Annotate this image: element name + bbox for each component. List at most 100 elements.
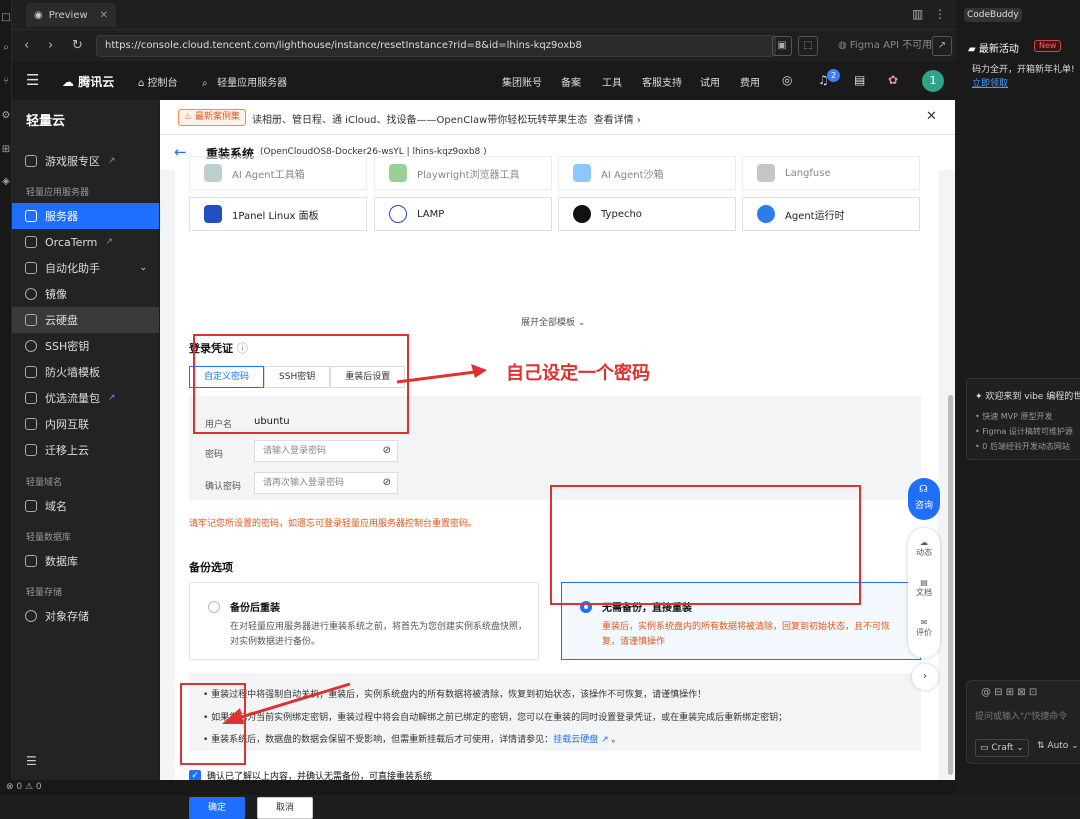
arrow-line	[396, 370, 476, 384]
template-card[interactable]: Langfuse	[742, 156, 920, 190]
avatar[interactable]: 1	[922, 70, 944, 92]
ok-button[interactable]: 确定	[189, 797, 245, 819]
welcome-card: ✦ 欢迎来到 vibe 编程的世 • 快速 MVP 原型开发 • Figma 设…	[966, 378, 1080, 460]
sidebar-item-disk[interactable]: 云硬盘	[12, 307, 159, 333]
preview-tab[interactable]: ◉ Preview ✕	[26, 3, 116, 27]
forward-icon[interactable]: ›	[48, 38, 53, 53]
close-icon[interactable]: ✕	[926, 109, 937, 124]
sidebar-item-automation[interactable]: 自动化助手 ⌄	[12, 255, 159, 281]
dynamic-tool[interactable]: ☁ 动态	[908, 538, 940, 558]
chevron-right-icon[interactable]: ›	[912, 664, 938, 690]
banner-link[interactable]: 查看详情	[594, 115, 634, 126]
sidebar-item-db[interactable]: 数据库	[12, 548, 159, 574]
sidebar-item-game[interactable]: 游戏服专区 ↗	[12, 148, 159, 174]
model-select[interactable]: ⇅ Auto ⌄	[1037, 741, 1079, 751]
sidebar-item-firewall[interactable]: 防火墙模板	[12, 359, 159, 385]
sidebar-item-migrate[interactable]: 迁移上云	[12, 437, 159, 463]
chat-tools-icons[interactable]: @ ⊟ ⊞ ⊠ ⊡	[981, 687, 1037, 698]
split-icon[interactable]: ▥	[912, 7, 923, 21]
nav-filing[interactable]: 备案	[561, 74, 581, 89]
template-card[interactable]: AI Agent工具箱	[189, 156, 367, 190]
select-icon[interactable]: ⬚	[798, 36, 818, 56]
extensions-icon[interactable]: ⊞	[0, 144, 12, 155]
browser-navbar: ‹ › ↻ https://console.cloud.tencent.com/…	[12, 30, 956, 62]
eye-off-icon[interactable]: ⊘	[383, 441, 391, 461]
brand-logo[interactable]: ☁ 腾讯云	[62, 73, 114, 90]
menu-icon[interactable]: ☰	[26, 71, 39, 89]
nav-trial[interactable]: 试用	[700, 74, 720, 89]
new-badge: New	[1034, 40, 1062, 52]
nav-group-account[interactable]: 集团账号	[502, 74, 542, 89]
expand-label: 展开全部模板	[521, 318, 576, 328]
rate-tool[interactable]: ✉ 评价	[908, 618, 940, 638]
sidebar-item-domain[interactable]: 域名	[12, 493, 159, 519]
docs-tool[interactable]: ▤ 文档	[908, 578, 940, 598]
mount-disk-link[interactable]: 挂载云硬盘	[553, 735, 598, 745]
note-3: • 重装系统后，数据盘的数据会保留不受影响，但需重新挂载后才可使用，详情请参见：…	[203, 735, 621, 745]
collapse-icon[interactable]: ☰	[26, 754, 37, 768]
disk-icon	[25, 314, 37, 326]
back-arrow-icon[interactable]: ←	[174, 143, 187, 161]
remote-icon[interactable]: ◈	[0, 176, 12, 187]
template-label: AI Agent工具箱	[232, 169, 305, 181]
activity-title: ▰ 最新活动	[968, 40, 1019, 55]
cart-icon[interactable]: ▤	[854, 73, 865, 87]
sidebar-item-label: 游戏服专区	[45, 155, 100, 168]
cancel-button[interactable]: 取消	[257, 797, 313, 819]
activity-text: 码力全开，开箱新年礼单!	[972, 65, 1075, 75]
radio-unselected[interactable]	[208, 601, 220, 613]
sidebar-item-traffic[interactable]: 优选流量包 ↗	[12, 385, 159, 411]
sidebar-item-image[interactable]: 镜像	[12, 281, 159, 307]
search-label: 轻量应用服务器	[217, 78, 288, 89]
consult-button[interactable]: ☊ 咨询	[908, 478, 940, 520]
files-icon[interactable]: □	[0, 12, 12, 23]
note-text: 重装系统后，数据盘的数据会保留不受影响，但需重新挂载后才可使用，详情请参见：	[211, 735, 554, 745]
template-card-typecho[interactable]: Typecho	[558, 197, 736, 231]
console-link[interactable]: ⌂ 控制台	[138, 74, 178, 89]
chat-input-box[interactable]: @ ⊟ ⊞ ⊠ ⊡ 提问或输入"/"快捷命令 ▭ Craft ⌄ ⇅ Auto …	[966, 680, 1080, 764]
template-card-lamp[interactable]: LAMP	[374, 197, 552, 231]
git-icon[interactable]: ⑂	[0, 76, 12, 87]
tab-title: Preview	[48, 9, 88, 21]
expand-templates[interactable]: 展开全部模板 ⌄	[521, 315, 585, 328]
confirm-password-input[interactable]: 请再次输入登录密码 ⊘	[254, 472, 398, 494]
sidebar-item-ssh[interactable]: SSH密钥	[12, 333, 159, 359]
search-icon[interactable]: ⌕	[0, 42, 12, 53]
annotation-box-credentials	[193, 334, 409, 434]
rate-label: 评价	[916, 628, 932, 637]
welcome-item: • Figma 设计稿转可维护源	[975, 427, 1073, 436]
activity-link[interactable]: 立即领取	[972, 76, 1008, 89]
nav-tools[interactable]: 工具	[602, 74, 622, 89]
template-card-1panel[interactable]: 1Panel Linux 面板	[189, 197, 367, 231]
external-icon[interactable]: ↗	[932, 36, 952, 56]
scrollbar[interactable]	[948, 395, 953, 775]
reload-icon[interactable]: ↻	[72, 38, 83, 53]
nav-billing[interactable]: 费用	[740, 74, 760, 89]
backup-section-title: 备份选项	[189, 561, 233, 574]
template-card[interactable]: AI Agent沙箱	[558, 156, 736, 190]
back-icon[interactable]: ‹	[24, 38, 29, 53]
sidebar-item-orcaterm[interactable]: OrcaTerm ↗	[12, 229, 159, 255]
debug-icon[interactable]: ⚙	[0, 110, 12, 121]
nav-support[interactable]: 客服支持	[642, 74, 682, 89]
url-bar[interactable]: https://console.cloud.tencent.com/lighth…	[96, 35, 776, 57]
option-backup-then-reinstall[interactable]: 备份后重装 在对轻量应用服务器进行重装系统之前，将首先为您创建实例系统盘快照，对…	[189, 582, 539, 660]
sidebar-item-server[interactable]: 服务器	[12, 203, 159, 229]
sparkle-icon: ✦	[975, 392, 986, 402]
more-icon[interactable]: ⋮	[934, 7, 946, 21]
key-icon	[25, 340, 37, 352]
close-icon[interactable]: ✕	[100, 10, 108, 21]
template-card[interactable]: Playwright浏览器工具	[374, 156, 552, 190]
compass-icon[interactable]: ◎	[782, 73, 792, 87]
sidebar-item-storage[interactable]: 对象存储	[12, 603, 159, 629]
sidebar: 轻量云 游戏服专区 ↗ 轻量应用服务器 服务器 OrcaTerm ↗ 自动化助手 ⌄ …	[12, 100, 159, 780]
layout-icon[interactable]: ▣	[772, 36, 792, 56]
domain-icon	[25, 500, 37, 512]
password-input[interactable]: 请输入登录密码 ⊘	[254, 440, 398, 462]
eye-off-icon[interactable]: ⊘	[383, 473, 391, 493]
template-card-agent[interactable]: Agent运行时	[742, 197, 920, 231]
sidebar-item-intranet[interactable]: 内网互联	[12, 411, 159, 437]
color-icon[interactable]: ✿	[888, 73, 898, 87]
search-box[interactable]: ⌕ 轻量应用服务器	[202, 74, 287, 89]
mode-select[interactable]: ▭ Craft ⌄	[975, 739, 1029, 757]
